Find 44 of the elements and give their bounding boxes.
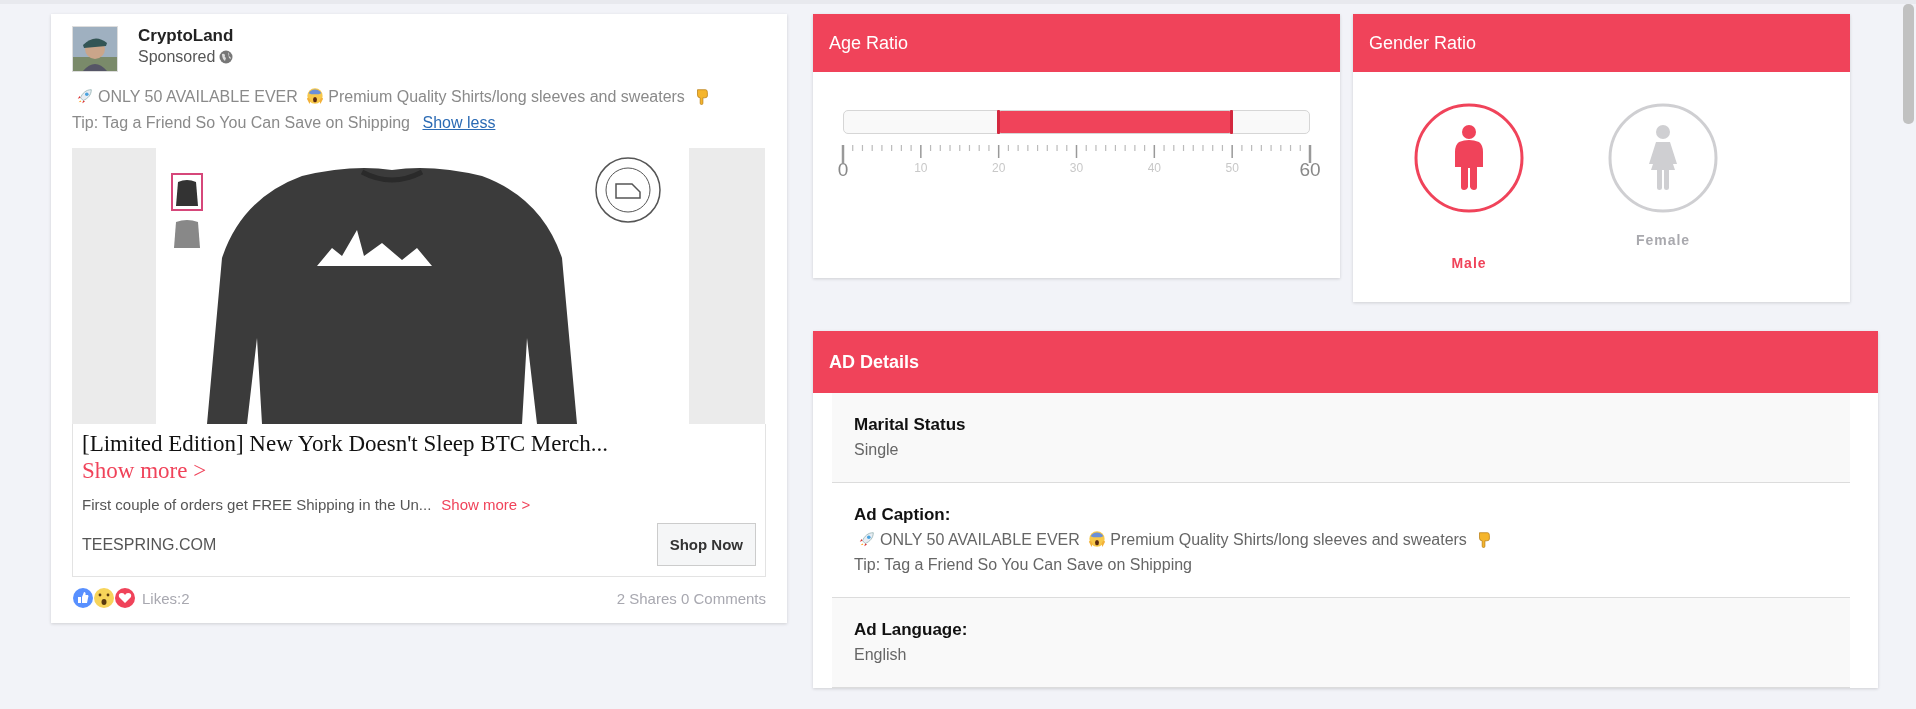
link-title: [Limited Edition] New York Doesn't Sleep BTC Merch... [82, 430, 610, 457]
caption-text: ONLY 50 AVAILABLE EVER [880, 531, 1080, 548]
caption-text: Premium Quality Shirts/long sleeves and sweaters [328, 88, 685, 105]
rocket-icon [858, 530, 876, 548]
screaming-emoji-icon [1088, 530, 1107, 548]
rocket-icon [76, 87, 94, 105]
reactions-icon [72, 587, 136, 609]
caption-text: Tip: Tag a Friend So You Can Save on Shipping [854, 556, 1192, 573]
shop-now-button[interactable]: Shop Now [656, 523, 756, 566]
range-handle[interactable] [997, 110, 1001, 134]
male-figure-icon [1413, 102, 1525, 214]
likes-count: Likes:2 [142, 589, 190, 607]
tick-label: 60 [1299, 159, 1321, 181]
female-figure-icon [1607, 102, 1719, 214]
caption-text: Premium Quality Shirts/long sleeves and sweaters [1110, 531, 1467, 548]
panel-title: AD Details [829, 351, 920, 373]
screaming-emoji-icon [306, 87, 325, 105]
show-more-link[interactable]: Show more > [441, 496, 531, 513]
gender-option[interactable]: Female [1607, 102, 1719, 271]
link-domain: TEESPRING.COM [82, 535, 217, 554]
link-description: First couple of orders get FREE Shipping in the Un... [82, 496, 432, 513]
gender-label: Female [1635, 232, 1691, 248]
age-range-slider[interactable] [843, 110, 1310, 134]
scrollbar-thumb[interactable] [1903, 4, 1914, 124]
range-handle[interactable] [1230, 110, 1233, 134]
detail-label: Ad Caption: [854, 505, 952, 525]
panel-title: Age Ratio [829, 32, 909, 54]
sponsored-label: Sponsored [138, 48, 216, 66]
panel-title: Gender Ratio [1369, 32, 1477, 54]
page-name: CryptoLand [138, 26, 234, 46]
detail-label: Ad Language: [854, 620, 969, 640]
globe-icon [219, 50, 234, 64]
shares-comments-count: 2 Shares 0 Comments [616, 589, 766, 607]
show-less-link[interactable]: Show less [422, 114, 496, 131]
detail-value: English [854, 645, 908, 665]
tick-label: 0 [837, 159, 849, 181]
detail-value: Single [854, 440, 900, 460]
detail-label: Marital Status [854, 415, 967, 435]
caption-text: Tip: Tag a Friend So You Can Save on Shipping [72, 114, 410, 131]
gender-label: Male [1451, 255, 1487, 271]
gender-option[interactable]: Male [1413, 102, 1525, 271]
show-more-link[interactable]: Show more > [82, 457, 207, 484]
caption-text: ONLY 50 AVAILABLE EVER [98, 88, 298, 105]
avatar [72, 26, 118, 72]
